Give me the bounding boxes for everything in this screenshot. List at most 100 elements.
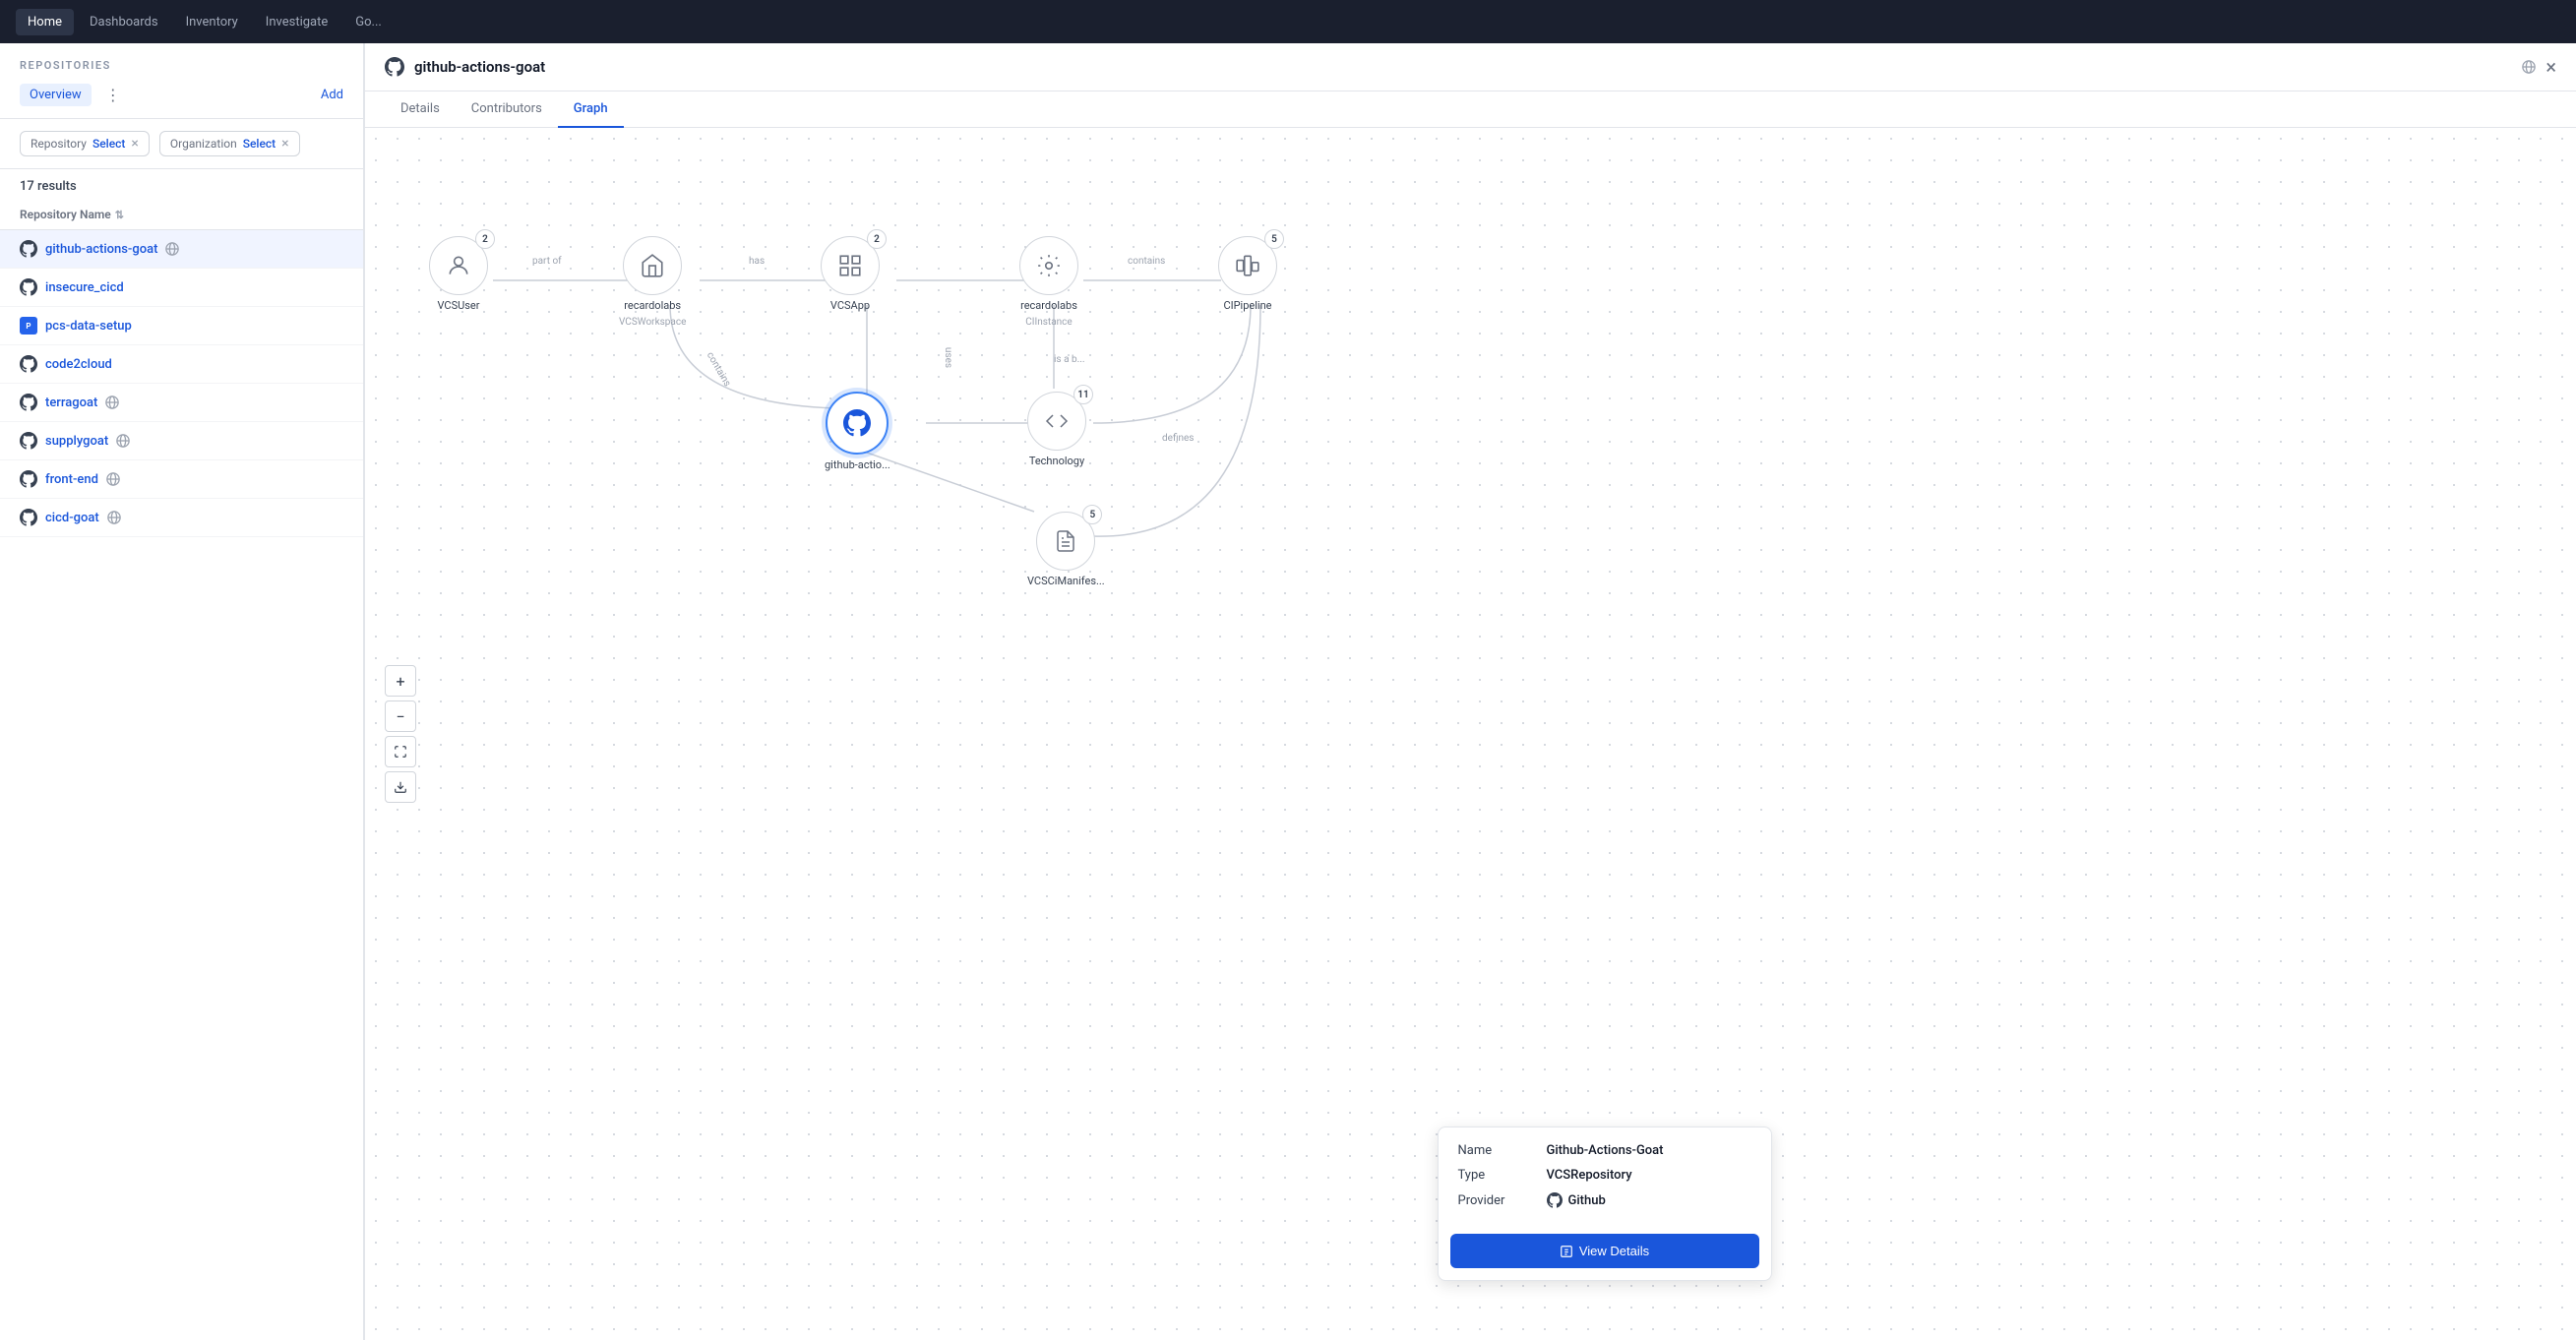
cipipeline-circle: 5 (1218, 236, 1277, 295)
graph-canvas[interactable]: part of has contains uses contains is a … (365, 128, 2576, 1340)
modal-github-icon (385, 57, 404, 77)
repo-name-col-label: Repository Name (20, 208, 111, 221)
info-card-footer: View Details (1439, 1234, 1771, 1280)
repo-name: insecure_cicd (45, 280, 124, 295)
repo-name: terragoat (45, 396, 97, 410)
modal-globe-icon (2522, 60, 2536, 74)
ciinstance-sublabel: CIInstance (1025, 317, 1072, 328)
repo-name: cicd-goat (45, 511, 99, 525)
sort-icon[interactable]: ⇅ (115, 209, 124, 221)
nav-inventory[interactable]: Inventory (174, 9, 250, 35)
list-item[interactable]: front-end (0, 460, 363, 499)
view-details-icon (1560, 1245, 1573, 1258)
globe-icon (116, 434, 130, 448)
github-actions-goat-circle (826, 392, 889, 455)
overview-tab[interactable]: Overview (20, 84, 92, 106)
column-header: Repository Name ⇅ (0, 200, 363, 230)
type-label: Type (1458, 1168, 1547, 1183)
github-icon (20, 509, 37, 526)
edge-label-contains: contains (1128, 256, 1165, 267)
filter-row: Repository Select × Organization Select … (0, 119, 363, 169)
name-label: Name (1458, 1143, 1547, 1158)
modal-close-button[interactable]: × (2545, 57, 2556, 77)
download-button[interactable] (385, 771, 416, 803)
github-icon (20, 355, 37, 373)
graph-tab[interactable]: Graph (558, 91, 624, 128)
zoom-in-button[interactable]: + (385, 665, 416, 697)
modal-title: github-actions-goat (414, 58, 2512, 76)
organization-filter-chip[interactable]: Organization Select × (159, 131, 300, 156)
details-tab[interactable]: Details (385, 91, 456, 128)
modal-header: github-actions-goat × (365, 43, 2576, 91)
vcsuser-badge: 2 (475, 229, 495, 249)
cipipeline-node[interactable]: 5 CIPipeline (1218, 236, 1277, 313)
list-item[interactable]: supplygoat (0, 422, 363, 460)
list-item[interactable]: P pcs-data-setup (0, 307, 363, 345)
info-card: Name Github-Actions-Goat Type VCSReposit… (1438, 1127, 1772, 1281)
nav-dashboards[interactable]: Dashboards (78, 9, 170, 35)
edge-label-has: has (749, 256, 765, 267)
view-details-label: View Details (1579, 1244, 1649, 1258)
add-button[interactable]: Add (321, 88, 343, 102)
vcsapp-node[interactable]: 2 VCSApp (821, 236, 880, 313)
globe-icon (165, 242, 179, 256)
list-item[interactable]: code2cloud (0, 345, 363, 384)
list-item[interactable]: github-actions-goat (0, 230, 363, 269)
tab-more-button[interactable]: ⋮ (99, 84, 127, 106)
github-actions-goat-label: github-actio... (825, 458, 890, 472)
vcscimani-badge: 5 (1082, 505, 1102, 524)
view-details-button[interactable]: View Details (1450, 1234, 1759, 1268)
globe-icon (106, 472, 120, 486)
vcsworkspace-sublabel: VCSWorkspace (619, 317, 686, 328)
left-panel: REPOSITORIES Overview ⋮ Add Repository S… (0, 43, 364, 1340)
nav-home[interactable]: Home (16, 9, 74, 35)
vcsworkspace-node[interactable]: recardolabs VCSWorkspace (619, 236, 686, 328)
technology-badge: 11 (1073, 385, 1093, 404)
zoom-out-button[interactable]: − (385, 700, 416, 732)
ciinstance-circle (1019, 236, 1078, 295)
repo-name: front-end (45, 472, 98, 487)
ciinstance-node[interactable]: recardolabs CIInstance (1019, 236, 1078, 328)
ciinstance-label: recardolabs (1020, 299, 1077, 313)
org-filter-clear[interactable]: × (281, 137, 288, 151)
info-provider-row: Provider Github (1458, 1192, 1751, 1208)
repo-name: github-actions-goat (45, 242, 157, 257)
list-item[interactable]: cicd-goat (0, 499, 363, 537)
contributors-tab[interactable]: Contributors (456, 91, 558, 128)
edge-label-part-of: part of (532, 256, 562, 267)
nav-investigate[interactable]: Investigate (254, 9, 339, 35)
vcscimani-circle: 5 (1036, 512, 1095, 571)
modal-tabs: Details Contributors Graph (365, 91, 2576, 128)
github-actions-goat-node[interactable]: github-actio... (825, 392, 890, 472)
provider-value: Github (1568, 1193, 1606, 1208)
repo-filter-clear[interactable]: × (131, 137, 138, 151)
vcsapp-circle: 2 (821, 236, 880, 295)
github-provider-icon (1547, 1192, 1563, 1208)
repo-list: github-actions-goat insecure_cicd P pcs-… (0, 230, 363, 1340)
fit-view-button[interactable] (385, 736, 416, 767)
repo-name: supplygoat (45, 434, 108, 449)
info-card-body: Name Github-Actions-Goat Type VCSReposit… (1439, 1127, 1771, 1234)
vcsworkspace-label: recardolabs (624, 299, 681, 313)
edge-label-contains2: contains (705, 350, 733, 389)
list-item[interactable]: insecure_cicd (0, 269, 363, 307)
name-value: Github-Actions-Goat (1547, 1143, 1664, 1158)
pcs-icon: P (20, 317, 37, 335)
cipipeline-badge: 5 (1264, 229, 1284, 249)
repo-filter-value: Select (92, 137, 125, 151)
right-panel: github-actions-goat × Details Contributo… (364, 43, 2576, 1340)
results-count: 17 results (0, 169, 363, 200)
vcsapp-badge: 2 (867, 229, 887, 249)
vcsworkspace-circle (623, 236, 682, 295)
list-item[interactable]: terragoat (0, 384, 363, 422)
technology-node[interactable]: 11 Technology (1027, 392, 1086, 468)
info-type-row: Type VCSRepository (1458, 1168, 1751, 1183)
vcscimani-node[interactable]: 5 VCSCiManifes... (1027, 512, 1105, 588)
main-layout: REPOSITORIES Overview ⋮ Add Repository S… (0, 43, 2576, 1340)
vcsapp-label: VCSApp (830, 299, 870, 313)
nav-go[interactable]: Go... (343, 9, 394, 35)
vcsuser-node[interactable]: 2 VCSUser (429, 236, 488, 313)
info-name-row: Name Github-Actions-Goat (1458, 1143, 1751, 1158)
repository-filter-chip[interactable]: Repository Select × (20, 131, 150, 156)
type-value: VCSRepository (1547, 1168, 1632, 1183)
